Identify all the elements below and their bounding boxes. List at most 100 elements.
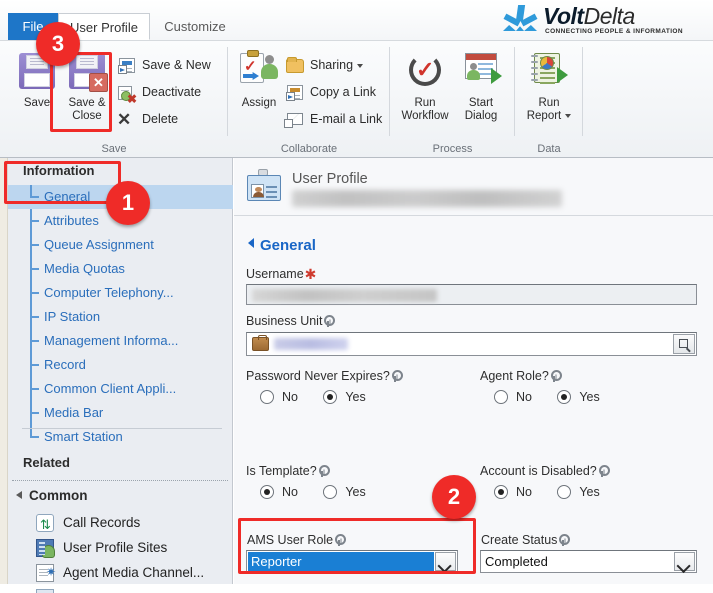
create-status-select[interactable]: Completed: [480, 550, 697, 573]
list-item-label: Call Records: [63, 515, 141, 530]
chevron-down-icon[interactable]: [357, 63, 364, 68]
general-section-header[interactable]: General: [248, 237, 316, 254]
is-template-radio-yes[interactable]: Yes: [323, 484, 366, 500]
save-new-icon: [118, 56, 136, 74]
business-unit-label: Business Unit: [246, 314, 336, 328]
sidebar-item-media-quotas[interactable]: Media Quotas: [8, 257, 233, 281]
assign-icon: ✓: [240, 50, 278, 89]
logo-name-light: Delta: [583, 3, 636, 29]
agent-role-radio-no[interactable]: No: [494, 389, 532, 405]
copy-link-icon: [286, 83, 304, 101]
ribbon-group-save: Save ✕ Save & Close Save & New ✖ Deactiv…: [0, 41, 228, 158]
ribbon-group-data-label: Data: [537, 143, 561, 155]
collapse-triangle-icon[interactable]: [248, 238, 254, 248]
tab-customize[interactable]: Customize: [152, 13, 238, 40]
list-item-label: Agent Media Channel...: [63, 565, 205, 580]
chevron-down-icon[interactable]: [674, 552, 695, 571]
ribbon-group-data: Run Report Data: [515, 41, 583, 158]
related-dashed-rule: [12, 480, 228, 481]
ribbon-body: Save ✕ Save & Close Save & New ✖ Deactiv…: [0, 40, 713, 157]
logo-wordmark: VoltDelta: [543, 3, 635, 30]
annotation-marker-1: 1: [106, 181, 150, 225]
agent-role-radio-group[interactable]: No Yes: [494, 389, 622, 405]
sidebar-item-label: General: [44, 189, 91, 204]
sidebar-item-record[interactable]: Record: [8, 353, 233, 377]
main-form-panel: User Profile General Username✱ Business …: [234, 158, 713, 584]
business-unit-input[interactable]: [246, 332, 697, 356]
common-group-label: Common: [29, 488, 88, 503]
ribbon: File User Profile Customize VoltDelta CO…: [0, 0, 713, 158]
voltdelta-logo-icon: VoltDelta CONNECTING PEOPLE & INFORMATIO…: [499, 3, 707, 37]
ribbon-group-process-label: Process: [432, 143, 473, 155]
run-workflow-button[interactable]: ✓ Run Workflow: [396, 49, 454, 127]
run-workflow-label-line2: Workflow: [401, 110, 449, 122]
sidebar-item-agent-media-channel[interactable]: Agent Media Channel...: [8, 560, 233, 585]
sidebar-item-label: Smart Station: [44, 429, 123, 444]
sidebar-item-common-client-application[interactable]: Common Client Appli...: [8, 377, 233, 401]
key-field-icon: [323, 315, 336, 327]
sidebar-item-management-information[interactable]: Management Informa...: [8, 329, 233, 353]
user-profile-sites-icon: [36, 539, 55, 558]
ribbon-group-collaborate: ✓ Assign Sharing Copy a Link E-mail a Li…: [228, 41, 390, 158]
business-unit-value-redacted: [274, 338, 348, 350]
related-section-title: Related: [23, 455, 70, 470]
username-input[interactable]: [246, 284, 697, 305]
agent-role-radio-yes[interactable]: Yes: [557, 389, 600, 405]
chevron-down-icon[interactable]: [565, 113, 572, 118]
sidebar-item-label: IP Station: [44, 309, 101, 324]
run-report-label-line1: Run: [538, 97, 560, 109]
start-dialog-button[interactable]: Start Dialog: [452, 49, 510, 127]
sidebar-item-queue-assignment[interactable]: Queue Assignment: [8, 233, 233, 257]
key-field-icon: [550, 370, 562, 382]
chevron-down-icon[interactable]: [435, 552, 456, 571]
tree-branch-icon: [30, 281, 39, 305]
account-is-disabled-radio-yes[interactable]: Yes: [557, 484, 600, 500]
collapsed-panel-edge[interactable]: [0, 158, 8, 584]
delete-label: Delete: [142, 112, 179, 126]
ams-user-role-value: Reporter: [248, 552, 434, 571]
key-field-icon: [558, 534, 571, 546]
account-is-disabled-label: Account is Disabled?: [480, 464, 610, 478]
sidebar-item-label: Queue Assignment: [44, 237, 154, 252]
account-is-disabled-radio-group[interactable]: No Yes: [494, 484, 622, 500]
email-link-icon: [284, 110, 304, 128]
password-never-expires-radio-yes[interactable]: Yes: [323, 389, 366, 405]
record-title-redacted: [292, 190, 562, 207]
is-template-radio-group[interactable]: No Yes: [260, 484, 388, 500]
collapse-triangle-icon[interactable]: [16, 491, 22, 499]
sidebar-item-media-bar[interactable]: Media Bar: [8, 401, 233, 425]
assign-button[interactable]: ✓ Assign: [230, 49, 288, 127]
sidebar-item-call-records[interactable]: Call Records: [8, 510, 233, 537]
run-report-button[interactable]: Run Report: [520, 49, 578, 127]
sidebar-item-label: Common Client Appli...: [44, 381, 177, 396]
logo-name-bold: Volt: [543, 3, 584, 29]
key-field-icon: [334, 534, 347, 546]
password-never-expires-radio-no[interactable]: No: [260, 389, 298, 405]
lookup-magnifier-icon[interactable]: [673, 334, 695, 354]
ams-user-role-select[interactable]: Reporter: [246, 550, 458, 573]
deactivate-icon: ✖: [118, 83, 137, 105]
briefcase-icon: [252, 335, 269, 351]
sidebar-item-user-profile-sites[interactable]: User Profile Sites: [8, 535, 233, 560]
page-title: User Profile: [292, 171, 368, 187]
sidebar-item-computer-telephony[interactable]: Computer Telephony...: [8, 281, 233, 305]
password-never-expires-radio-group[interactable]: No Yes: [260, 389, 388, 405]
information-section-title: Information: [23, 163, 95, 178]
sidebar-item-ip-station[interactable]: IP Station: [8, 305, 233, 329]
tree-branch-icon: [30, 377, 39, 401]
sidebar-item-partial[interactable]: [8, 585, 233, 593]
ribbon-group-save-label: Save: [101, 143, 127, 155]
sidebar-item-label: Attributes: [44, 213, 99, 228]
common-group-header[interactable]: Common: [16, 488, 88, 503]
key-field-icon: [391, 370, 403, 382]
assign-label: Assign: [241, 97, 277, 109]
annotation-marker-2: 2: [432, 475, 476, 519]
annotation-marker-3: 3: [36, 22, 80, 66]
is-template-radio-no[interactable]: No: [260, 484, 298, 500]
key-field-icon: [598, 465, 610, 477]
account-is-disabled-radio-no[interactable]: No: [494, 484, 532, 500]
close-x-icon: ✕: [89, 73, 108, 92]
nav-divider: [22, 428, 222, 429]
tree-branch-icon: [30, 401, 39, 425]
tree-branch-icon: [30, 209, 39, 233]
